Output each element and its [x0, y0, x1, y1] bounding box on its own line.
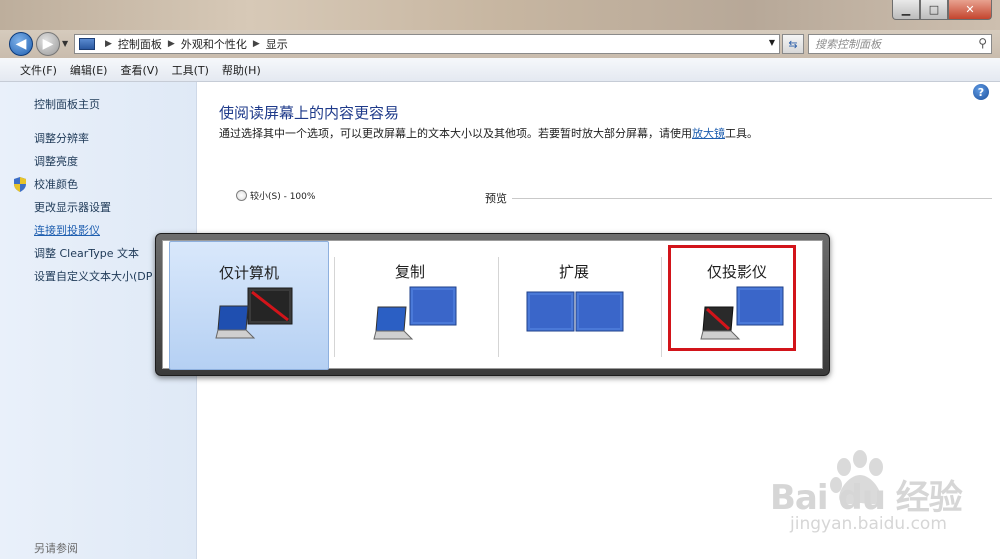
size-option-small[interactable]: 较小(S) - 100% [236, 189, 315, 202]
menu-help[interactable]: 帮助(H) [222, 62, 261, 78]
watermark-url: jingyan.baidu.com [790, 514, 947, 534]
size-option-small-label: 较小(S) - 100% [250, 192, 316, 202]
preview-divider [512, 198, 992, 199]
option-computer-only-label: 仅计算机 [218, 264, 279, 282]
back-button[interactable]: ◀ [9, 32, 33, 56]
arrow-right-icon: ▶ [42, 36, 54, 52]
window-controls: ▁ □ ✕ [892, 0, 992, 20]
menu-tools[interactable]: 工具(T) [172, 62, 209, 78]
arrow-left-icon: ◀ [15, 36, 27, 52]
see-also-heading: 另请参阅 [34, 542, 78, 555]
option-extend[interactable]: 扩展 [494, 241, 654, 370]
option-computer-only[interactable]: 仅计算机 [169, 241, 329, 370]
projector-switch-dialog: 仅计算机 复制 扩展 仅投影仪 [155, 233, 830, 376]
search-icon[interactable]: ⚲ [978, 36, 987, 50]
watermark-logo-text: Bai du 经验 [770, 478, 963, 518]
breadcrumb-appearance[interactable]: 外观和个性化 [181, 36, 247, 52]
control-panel-icon [79, 38, 95, 50]
page-title: 使阅读屏幕上的内容更容易 [219, 104, 400, 122]
chevron-right-icon[interactable]: ▶ [168, 39, 175, 49]
description-tail: 工具。 [725, 127, 758, 140]
menu-edit[interactable]: 编辑(E) [70, 62, 108, 78]
close-button[interactable]: ✕ [948, 0, 992, 20]
sidebar-item-calibrate-color[interactable]: 校准颜色 [34, 176, 78, 192]
maximize-button[interactable]: □ [920, 0, 948, 20]
sidebar-item-resolution[interactable]: 调整分辨率 [34, 130, 89, 146]
option-duplicate[interactable]: 复制 [330, 241, 490, 370]
help-icon[interactable]: ? [973, 84, 989, 100]
title-bar: ▁ □ ✕ [0, 0, 1000, 30]
breadcrumb-control-panel[interactable]: 控制面板 [118, 36, 162, 52]
address-bar[interactable]: ▶ 控制面板 ▶ 外观和个性化 ▶ 显示 ▼ [74, 34, 780, 54]
sidebar-item-cleartype[interactable]: 调整 ClearType 文本 [34, 245, 139, 261]
navigation-bar: ◀ ▶ ▼ ▶ 控制面板 ▶ 外观和个性化 ▶ 显示 ▼ ⇆ 搜索控制面板 ⚲ [0, 30, 1000, 58]
radio-button[interactable] [236, 190, 247, 201]
sidebar-item-connect-projector[interactable]: 连接到投影仪 [34, 222, 100, 238]
page-description: 通过选择其中一个选项，可以更改屏幕上的文本大小以及其他项。若要暂时放大部分屏幕，… [219, 125, 764, 142]
menu-view[interactable]: 查看(V) [120, 62, 158, 78]
sidebar-item-display-settings[interactable]: 更改显示器设置 [34, 199, 111, 215]
chevron-right-icon[interactable]: ▶ [253, 39, 260, 49]
forward-button[interactable]: ▶ [36, 32, 60, 56]
preview-label: 预览 [485, 192, 507, 205]
magnifier-link[interactable]: 放大镜 [692, 127, 725, 140]
refresh-button[interactable]: ⇆ [782, 34, 804, 54]
breadcrumb-display[interactable]: 显示 [266, 36, 288, 52]
menu-file[interactable]: 文件(F) [20, 62, 57, 78]
description-text: 通过选择其中一个选项，可以更改屏幕上的文本大小以及其他项。若要暂时放大部分屏幕，… [219, 127, 692, 140]
sidebar-item-home[interactable]: 控制面板主页 [34, 96, 100, 112]
duplicate-icon [373, 286, 457, 340]
highlight-frame [668, 245, 796, 351]
search-placeholder: 搜索控制面板 [815, 38, 881, 51]
extend-icon [526, 291, 624, 332]
address-dropdown-icon[interactable]: ▼ [769, 38, 775, 47]
option-extend-label: 扩展 [558, 263, 589, 281]
menu-bar: 文件(F) 编辑(E) 查看(V) 工具(T) 帮助(H) [0, 58, 1000, 82]
shield-icon [14, 177, 26, 192]
option-duplicate-label: 复制 [394, 263, 425, 281]
sidebar-item-custom-dpi[interactable]: 设置自定义文本大小(DP [34, 268, 152, 284]
recent-pages-dropdown-icon[interactable]: ▼ [62, 39, 68, 48]
search-input[interactable]: 搜索控制面板 ⚲ [808, 34, 992, 54]
sidebar-item-brightness[interactable]: 调整亮度 [34, 153, 78, 169]
refresh-icon: ⇆ [788, 37, 798, 51]
minimize-button[interactable]: ▁ [892, 0, 920, 20]
chevron-right-icon[interactable]: ▶ [105, 39, 112, 49]
projector-options: 仅计算机 复制 扩展 仅投影仪 [162, 240, 823, 370]
computer-only-icon [215, 287, 293, 339]
